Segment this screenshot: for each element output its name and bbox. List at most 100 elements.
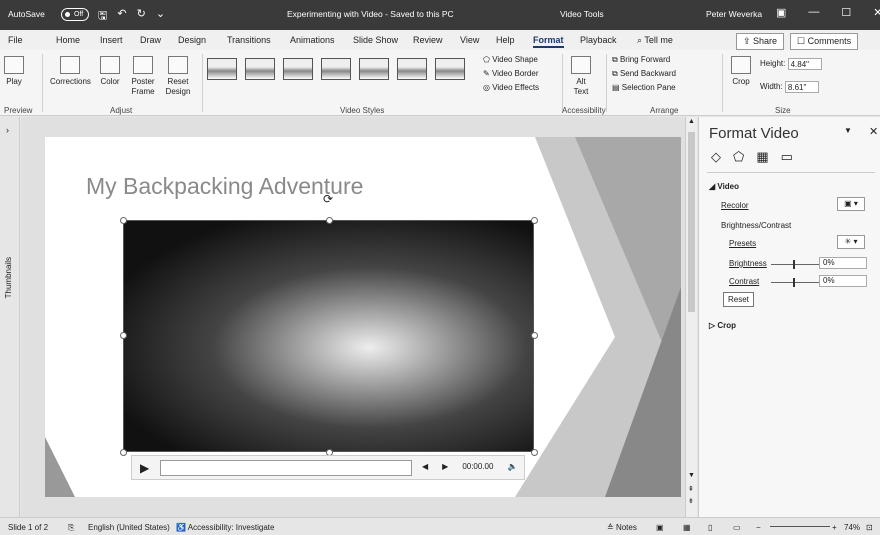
bring-forward-button[interactable]: ⧉ Bring Forward — [612, 54, 670, 66]
zoom-slider[interactable] — [770, 526, 830, 527]
selection-pane-button[interactable]: ▤ Selection Pane — [612, 82, 676, 94]
resize-handle[interactable] — [120, 449, 127, 456]
tab-format[interactable]: Format — [533, 35, 564, 48]
spelling-icon[interactable]: ⎘ — [68, 523, 74, 533]
video-effects-button[interactable]: ◎ Video Effects — [483, 82, 539, 94]
alt-text-button[interactable]: Alt Text — [568, 56, 594, 97]
move-back-icon[interactable]: ◀ — [422, 462, 428, 471]
tab-file[interactable]: File — [8, 35, 23, 45]
tab-design[interactable]: Design — [178, 35, 206, 45]
crop-section-toggle[interactable]: ▷ Crop — [709, 321, 736, 330]
color-button[interactable]: Color — [100, 56, 120, 87]
tab-view[interactable]: View — [460, 35, 479, 45]
brightness-slider[interactable] — [771, 260, 819, 269]
vertical-scrollbar[interactable]: ▲ ▼ ⇞ ⇟ — [685, 117, 697, 517]
tab-transitions[interactable]: Transitions — [227, 35, 271, 45]
video-frame[interactable] — [123, 220, 534, 452]
comments-button[interactable]: ☐ Comments — [790, 33, 859, 50]
video-style-6[interactable] — [397, 58, 427, 80]
close-icon[interactable]: ✕ — [873, 6, 880, 19]
contrast-field[interactable]: 0% — [819, 275, 867, 287]
video-border-button[interactable]: ✎ Video Border — [483, 68, 539, 80]
minimize-icon[interactable]: — — [808, 6, 819, 19]
scroll-down-icon[interactable]: ▼ — [688, 472, 695, 479]
contrast-slider[interactable] — [771, 278, 819, 287]
tell-me-search[interactable]: ⌕ Tell me — [637, 35, 673, 46]
tab-help[interactable]: Help — [496, 35, 515, 45]
fit-to-window-icon[interactable]: ⊡ — [866, 523, 873, 532]
resize-handle[interactable] — [326, 217, 333, 224]
play-button[interactable]: Play — [4, 56, 24, 87]
height-field[interactable]: 4.84" — [787, 58, 822, 70]
video-style-4[interactable] — [321, 58, 351, 80]
fill-line-icon[interactable]: ◇ — [711, 149, 721, 165]
next-slide-icon[interactable]: ⇟ — [688, 497, 694, 505]
recolor-dropdown[interactable]: ▣ ▾ — [837, 197, 865, 211]
video-style-3[interactable] — [283, 58, 313, 80]
video-style-1[interactable] — [207, 58, 237, 80]
tab-insert[interactable]: Insert — [100, 35, 123, 45]
resize-handle[interactable] — [531, 449, 538, 456]
autosave-toggle[interactable]: Off — [61, 8, 89, 21]
rotate-handle-icon[interactable]: ⟳ — [323, 192, 333, 206]
zoom-out-icon[interactable]: − — [756, 523, 761, 532]
seek-bar[interactable] — [160, 460, 412, 476]
size-properties-icon[interactable]: ▦ — [756, 149, 768, 165]
share-button[interactable]: ⇪ Share — [736, 33, 785, 50]
zoom-in-icon[interactable]: + — [832, 523, 837, 532]
move-forward-icon[interactable]: ▶ — [442, 462, 448, 471]
maximize-icon[interactable]: ☐ — [841, 6, 851, 19]
tab-home[interactable]: Home — [56, 35, 80, 45]
tab-review[interactable]: Review — [413, 35, 443, 45]
notes-button[interactable]: ≙ Notes — [607, 523, 637, 532]
play-pause-icon[interactable]: ▶ — [140, 461, 149, 475]
reset-button[interactable]: Reset — [723, 292, 754, 307]
slide-count[interactable]: Slide 1 of 2 — [8, 523, 48, 532]
send-backward-button[interactable]: ⧉ Send Backward — [612, 68, 676, 80]
resize-handle[interactable] — [120, 217, 127, 224]
video-section-toggle[interactable]: ◢ Video — [709, 182, 739, 191]
slide-sorter-icon[interactable]: ▦ — [683, 523, 691, 532]
tab-slide-show[interactable]: Slide Show — [353, 35, 398, 45]
previous-slide-icon[interactable]: ⇞ — [688, 485, 694, 493]
accessibility-status[interactable]: ♿ Accessibility: Investigate — [176, 523, 274, 532]
ribbon-display-icon[interactable]: ▣ — [776, 6, 786, 19]
crop-button[interactable]: Crop — [731, 56, 751, 87]
corrections-button[interactable]: Corrections — [50, 56, 91, 87]
scroll-thumb[interactable] — [688, 132, 695, 312]
poster-frame-button[interactable]: Poster Frame — [126, 56, 160, 97]
scroll-up-icon[interactable]: ▲ — [688, 118, 695, 125]
normal-view-icon[interactable]: ▣ — [656, 523, 664, 532]
expand-thumbnails-icon[interactable]: › — [6, 125, 9, 135]
tab-draw[interactable]: Draw — [140, 35, 161, 45]
tab-animations[interactable]: Animations — [290, 35, 335, 45]
pane-options-icon[interactable]: ▼ — [844, 126, 852, 135]
brightness-field[interactable]: 0% — [819, 257, 867, 269]
presets-dropdown[interactable]: ✳ ▾ — [837, 235, 865, 249]
video-style-2[interactable] — [245, 58, 275, 80]
video-shape-button[interactable]: ⬠ Video Shape — [483, 54, 538, 66]
reset-design-button[interactable]: Reset Design — [160, 56, 196, 97]
user-name[interactable]: Peter Weverka — [706, 9, 762, 19]
resize-handle[interactable] — [120, 332, 127, 339]
video-icon[interactable]: ▭ — [781, 149, 793, 165]
customize-qat-icon[interactable]: ⌄ — [156, 7, 165, 26]
close-pane-icon[interactable]: ✕ — [869, 125, 878, 138]
effects-icon[interactable]: ⬠ — [733, 149, 744, 165]
video-styles-gallery[interactable] — [207, 58, 465, 80]
slide-title[interactable]: My Backpacking Adventure — [86, 173, 363, 200]
video-style-5[interactable] — [359, 58, 389, 80]
thumbnails-strip[interactable]: › Thumbnails — [0, 117, 20, 517]
reading-view-icon[interactable]: ▯ — [708, 523, 712, 532]
zoom-level[interactable]: 74% — [844, 523, 860, 532]
tab-playback[interactable]: Playback — [580, 35, 617, 45]
video-style-7[interactable] — [435, 58, 465, 80]
redo-icon[interactable]: ↻ — [137, 7, 146, 26]
slide-show-icon[interactable]: ▭ — [733, 523, 741, 532]
save-icon[interactable]: 🖫 — [98, 7, 107, 26]
undo-icon[interactable]: ↶ — [117, 7, 126, 26]
resize-handle[interactable] — [531, 332, 538, 339]
language-indicator[interactable]: English (United States) — [88, 523, 170, 532]
resize-handle[interactable] — [531, 217, 538, 224]
volume-icon[interactable]: 🔈 — [507, 462, 517, 471]
